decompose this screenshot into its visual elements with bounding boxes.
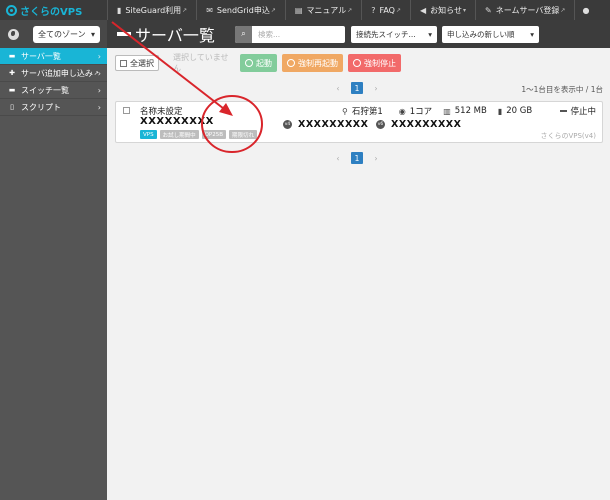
pagination-bottom: ‹ 1 › xyxy=(331,152,383,164)
nav-news[interactable]: ◀ お知らせ ▾ xyxy=(410,0,475,20)
page-title: サーバ一覧 xyxy=(117,22,235,46)
stopped-icon xyxy=(560,110,568,112)
plus-icon: ✚ xyxy=(9,69,15,77)
page-header: サーバ一覧 ⌕ 検索... 接続先スイッチ... ▾ 申し込みの新しい順 ▾ xyxy=(107,20,610,48)
force-restart-button[interactable]: 強制再起動 xyxy=(282,54,343,72)
server-plan: さくらのVPS(v4) xyxy=(540,132,596,140)
envelope-icon: ✉ xyxy=(206,5,213,15)
selection-status: 選択していません xyxy=(173,53,229,73)
switch-filter-select[interactable]: 接続先スイッチ... ▾ xyxy=(351,25,437,43)
sidebar-item-switch-list[interactable]: ▬ スイッチ一覧 › xyxy=(0,82,107,99)
result-range: 1〜1台目を表示中 / 1台 xyxy=(521,85,603,94)
ipv4-address: v4 XXXXXXXXX xyxy=(283,119,369,130)
ipv6-badge: v6 xyxy=(376,120,385,129)
disk-icon: ▮ xyxy=(497,106,503,116)
chevron-down-icon: ▾ xyxy=(530,29,534,39)
page-1-button[interactable]: 1 xyxy=(351,152,363,164)
server-id: XXXXXXXXX xyxy=(140,116,214,127)
start-button[interactable]: 起動 xyxy=(240,54,277,72)
user-menu[interactable]: ● xyxy=(574,0,596,20)
search-box: ⌕ 検索... xyxy=(235,25,345,43)
edit-icon: ✎ xyxy=(485,5,492,15)
chevron-right-icon: › xyxy=(97,51,101,61)
chevron-down-icon: ▾ xyxy=(428,29,432,39)
logo[interactable]: さくらのVPS xyxy=(0,0,107,20)
ipv4-badge: v4 xyxy=(283,120,292,129)
search-icon[interactable]: ⌕ xyxy=(235,25,252,43)
zone-row: 全てのゾーン ▾ xyxy=(0,20,107,48)
force-stop-button[interactable]: 強制停止 xyxy=(348,54,401,72)
tag-op25b: OP25B xyxy=(201,130,227,139)
main-content: 全選択 選択していません 起動 強制再起動 強制停止 ‹ 1 › 1〜1台目を表… xyxy=(107,48,610,500)
user-icon: ● xyxy=(582,5,590,15)
nav-nameserver[interactable]: ✎ ネームサーバ登録 ↗ xyxy=(475,0,574,20)
sidebar: 全てのゾーン ▾ ▬ サーバ一覧 › ✚ サーバ追加申し込み ↗ › ▬ スイッチ… xyxy=(0,20,107,500)
list-icon xyxy=(117,32,131,36)
switch-icon: ▬ xyxy=(8,86,16,94)
nav-sendgrid[interactable]: ✉ SendGrid申込 ↗ xyxy=(196,0,285,20)
map-marker-icon: ⚲ xyxy=(342,106,348,116)
select-all-button[interactable]: 全選択 xyxy=(115,55,159,71)
globe-icon xyxy=(8,28,19,40)
zone-select[interactable]: 全てのゾーン ▾ xyxy=(33,25,100,43)
ipv6-address: v6 XXXXXXXXX xyxy=(376,119,462,130)
server-specs: ⚲ 石狩第1 ◉ 1コア ▥ 512 MB ▮ 20 GB xyxy=(342,105,543,117)
prev-page-icon[interactable]: ‹ xyxy=(331,154,345,163)
book-icon: ▤ xyxy=(294,5,303,15)
restart-icon xyxy=(287,59,295,67)
sort-select[interactable]: 申し込みの新しい順 ▾ xyxy=(442,25,539,43)
external-link-icon: ↗ xyxy=(560,6,566,14)
nav-siteguard[interactable]: ▮ SiteGuard利用 ↗ xyxy=(107,0,196,20)
action-toolbar: 全選択 選択していません 起動 強制再起動 強制停止 xyxy=(115,53,401,73)
pagination-top: ‹ 1 › xyxy=(331,82,383,94)
checkbox-icon xyxy=(120,59,127,67)
external-link-icon: ↗ xyxy=(182,6,188,14)
power-icon xyxy=(245,59,253,67)
sidebar-item-scripts[interactable]: ▯ スクリプト › xyxy=(0,99,107,116)
stop-icon xyxy=(353,59,361,67)
file-icon: ▯ xyxy=(10,103,14,111)
next-page-icon[interactable]: › xyxy=(369,84,383,93)
external-link-icon: ↗ xyxy=(270,6,276,14)
external-link-icon: ↗ xyxy=(395,6,402,14)
tag-vps: VPS xyxy=(140,130,157,139)
memory-icon: ▥ xyxy=(443,106,451,116)
server-tags: VPS お試し期間中 OP25B 期限切れ xyxy=(140,130,260,139)
chevron-right-icon: › xyxy=(97,85,101,95)
server-status: 停止中 xyxy=(560,105,596,117)
top-nav-items: ▮ SiteGuard利用 ↗ ✉ SendGrid申込 ↗ ▤ マニュアル ↗ ? … xyxy=(107,0,596,20)
page-1-button[interactable]: 1 xyxy=(351,82,363,94)
external-link-icon: ↗ xyxy=(347,6,353,14)
tag-expired: 期限切れ xyxy=(229,130,258,139)
server-card[interactable]: 名称未設定 XXXXXXXXX v4 XXXXXXXXX v6 XXXXXXXX… xyxy=(115,101,603,143)
next-page-icon[interactable]: › xyxy=(369,154,383,163)
chevron-right-icon: › xyxy=(97,102,101,112)
cpu-icon: ◉ xyxy=(398,106,406,116)
chevron-down-icon: ▾ xyxy=(463,6,467,14)
chevron-down-icon: ▾ xyxy=(90,29,95,39)
sidebar-item-add-server[interactable]: ✚ サーバ追加申し込み ↗ › xyxy=(0,65,107,82)
top-nav: さくらのVPS ▮ SiteGuard利用 ↗ ✉ SendGrid申込 ↗ ▤ マ… xyxy=(0,0,610,20)
nav-faq[interactable]: ? FAQ ↗ xyxy=(361,0,410,20)
server-cores: ◉ 1コア xyxy=(398,106,433,118)
chevron-right-icon: › xyxy=(97,68,101,78)
sidebar-item-server-list[interactable]: ▬ サーバ一覧 › xyxy=(0,48,107,65)
search-input[interactable]: 検索... xyxy=(252,29,280,40)
server-checkbox[interactable] xyxy=(123,107,130,114)
question-icon: ? xyxy=(371,5,376,15)
tag-trial: お試し期間中 xyxy=(159,130,199,139)
logo-icon xyxy=(6,4,17,16)
server-disk: ▮ 20 GB xyxy=(497,106,533,116)
server-memory: ▥ 512 MB xyxy=(443,106,487,116)
server-location: ⚲ 石狩第1 xyxy=(342,106,383,118)
prev-page-icon[interactable]: ‹ xyxy=(331,84,345,93)
bullhorn-icon: ◀ xyxy=(420,5,427,15)
logo-text: さくらのVPS xyxy=(20,6,83,18)
shield-icon: ▮ xyxy=(117,5,122,15)
nav-manual[interactable]: ▤ マニュアル ↗ xyxy=(284,0,361,20)
list-icon: ▬ xyxy=(8,52,16,60)
